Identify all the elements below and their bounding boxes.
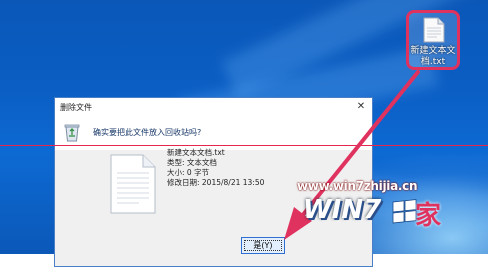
watermark-logo-char: 家 (415, 201, 442, 231)
watermark-url: www.win7zhijia.cn (297, 179, 418, 193)
watermark-logo-text: WIN7 (303, 195, 382, 225)
